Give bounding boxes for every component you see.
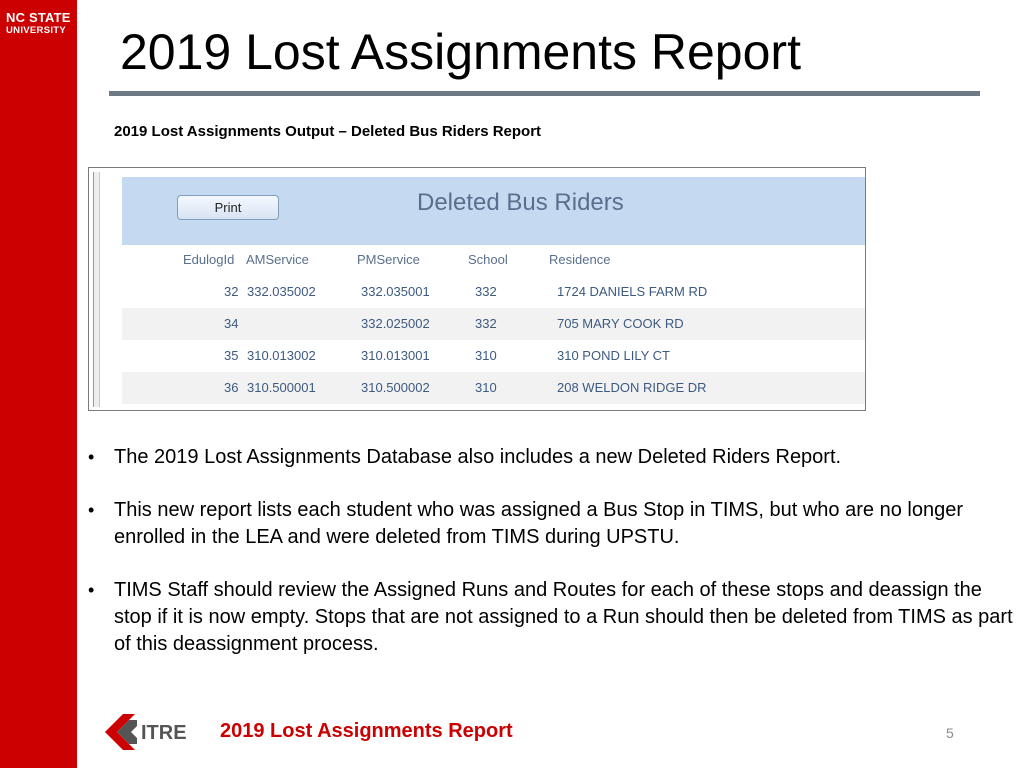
slide-subtitle: 2019 Lost Assignments Output – Deleted B… [114,123,542,140]
brand-sidebar: NC STATE UNIVERSITY [0,0,77,768]
bullet-dot: • [88,500,95,520]
cell-residence: 1724 DANIELS FARM RD [557,284,708,299]
table-row: 34 332.025002 332 705 MARY COOK RD [122,308,865,340]
itre-logo-text: ITRE [141,722,187,744]
table-row: 36 310.500001 310.500002 310 208 WELDON … [122,372,865,404]
cell-pmservice: 310.500002 [361,380,430,395]
cell-edulogid: 32 [224,284,239,299]
column-header-edulogid: EdulogId [183,252,235,267]
table-row: 32 332.035002 332.035001 332 1724 DANIEL… [122,276,865,308]
bullet-list: • The 2019 Lost Assignments Database also… [88,444,1018,684]
cell-residence: 705 MARY COOK RD [557,316,684,331]
cell-amservice: 310.013002 [247,348,316,363]
bullet-dot: • [88,580,95,600]
logo-line-1: NC STATE [6,10,71,25]
cell-edulogid: 36 [224,380,239,395]
itre-logo: ITRE [103,712,201,752]
column-header-residence: Residence [549,252,611,267]
itre-logo-icon: ITRE [105,714,187,750]
cell-edulogid: 35 [224,348,239,363]
report-title: Deleted Bus Riders [417,189,624,216]
cell-pmservice: 310.013001 [361,348,430,363]
cell-school: 332 [475,284,497,299]
bullet-item: • The 2019 Lost Assignments Database also… [88,444,1018,471]
table-row: 35 310.013002 310.013001 310 310 POND LI… [122,340,865,372]
bullet-text: The 2019 Lost Assignments Database also … [114,446,842,468]
bullet-item: • This new report lists each student who … [88,497,1018,551]
print-button[interactable]: Print [177,195,279,220]
report-header: Print Deleted Bus Riders [122,177,865,245]
bullet-item: • TIMS Staff should review the Assigned R… [88,577,1018,658]
cell-pmservice: 332.025002 [361,316,430,331]
footer-title: 2019 Lost Assignments Report [220,720,513,742]
column-header-amservice: AMService [246,252,309,267]
logo-line-2: UNIVERSITY [6,25,67,36]
cell-school: 332 [475,316,497,331]
slide-title: 2019 Lost Assignments Report [120,24,801,80]
page-number: 5 [946,725,954,741]
cell-school: 310 [475,380,497,395]
column-header-school: School [468,252,508,267]
bullet-text: TIMS Staff should review the Assigned Ru… [114,579,1013,655]
bullet-text: This new report lists each student who w… [114,499,963,548]
title-divider [109,91,980,96]
cell-residence: 310 POND LILY CT [557,348,670,363]
bullet-dot: • [88,447,95,467]
cell-amservice: 332.035002 [247,284,316,299]
column-header-pmservice: PMService [357,252,420,267]
cell-school: 310 [475,348,497,363]
screenshot-edge [93,172,100,407]
cell-residence: 208 WELDON RIDGE DR [557,380,707,395]
ncsu-logo: NC STATE UNIVERSITY [0,0,77,46]
cell-pmservice: 332.035001 [361,284,430,299]
cell-edulogid: 34 [224,316,239,331]
cell-amservice: 310.500001 [247,380,316,395]
report-screenshot: Print Deleted Bus Riders EdulogId AMServ… [88,167,866,411]
